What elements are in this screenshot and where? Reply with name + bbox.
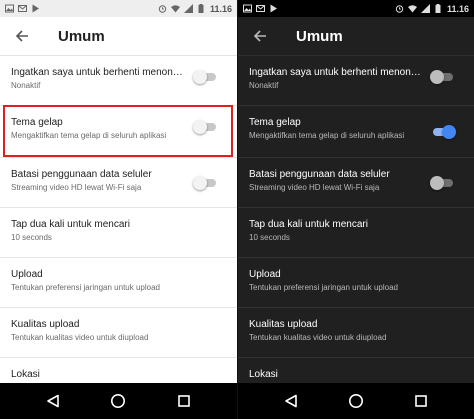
setting-subtitle: Tentukan preferensi jaringan untuk uploa…	[11, 283, 160, 292]
setting-dark-theme[interactable]: Tema gelap Mengaktifkan tema gelap di se…	[238, 106, 474, 158]
setting-title: Lokasi	[249, 369, 278, 380]
remind-break-toggle[interactable]	[193, 70, 219, 84]
setting-dark-theme[interactable]: Tema gelap Mengaktifkan tema gelap di se…	[0, 106, 237, 158]
setting-title: Upload	[249, 269, 281, 280]
navigation-bar	[0, 383, 237, 419]
wifi-icon	[407, 4, 417, 13]
app-bar: Umum	[0, 17, 237, 56]
setting-remind-break[interactable]: Ingatkan saya untuk berhenti menon… Nona…	[238, 56, 474, 106]
home-circle-icon	[348, 394, 363, 408]
setting-title: Upload	[11, 269, 43, 280]
signal-icon	[420, 4, 430, 13]
setting-subtitle: Nonaktif	[11, 81, 41, 90]
setting-subtitle: Tentukan kualitas video untuk diupload	[11, 333, 149, 342]
setting-upload[interactable]: Upload Tentukan preferensi jaringan untu…	[0, 258, 237, 308]
gallery-icon	[243, 4, 252, 13]
light-screen: 11.16 Umum Ingatkan saya untuk berhenti …	[0, 0, 237, 419]
setting-limit-mobile-data[interactable]: Batasi penggunaan data seluler Streaming…	[238, 158, 474, 208]
setting-title: Batasi penggunaan data seluler	[249, 169, 390, 180]
setting-title: Tap dua kali untuk mencari	[249, 219, 368, 230]
alarm-icon	[395, 4, 404, 13]
setting-title: Batasi penggunaan data seluler	[11, 169, 152, 180]
nav-back-button[interactable]	[279, 389, 303, 413]
play-store-icon	[269, 4, 278, 13]
status-bar: 11.16	[0, 0, 237, 17]
limit-mobile-data-toggle[interactable]	[193, 176, 219, 190]
nav-recents-button[interactable]	[172, 389, 196, 413]
nav-recents-button[interactable]	[409, 389, 433, 413]
status-time: 11.16	[209, 3, 232, 14]
setting-subtitle: 10 seconds	[249, 233, 290, 242]
back-button[interactable]	[6, 20, 38, 52]
arrow-back-icon	[15, 30, 28, 42]
setting-title: Ingatkan saya untuk berhenti menon…	[249, 67, 421, 78]
setting-title: Tema gelap	[11, 117, 63, 128]
back-button[interactable]	[244, 20, 276, 52]
setting-limit-mobile-data[interactable]: Batasi penggunaan data seluler Streaming…	[0, 158, 237, 208]
setting-subtitle: Streaming video HD lewat Wi-Fi saja	[11, 183, 142, 192]
setting-title: Lokasi	[11, 369, 40, 380]
setting-remind-break[interactable]: Ingatkan saya untuk berhenti menon… Nona…	[0, 56, 237, 106]
setting-subtitle: Tentukan kualitas video untuk diupload	[249, 333, 387, 342]
setting-title: Kualitas upload	[11, 319, 80, 330]
status-bar: 11.16	[238, 0, 474, 17]
recents-square-icon	[178, 395, 190, 407]
setting-title: Tap dua kali untuk mencari	[11, 219, 130, 230]
setting-double-tap-seek[interactable]: Tap dua kali untuk mencari 10 seconds	[238, 208, 474, 258]
back-triangle-icon	[47, 394, 59, 408]
gmail-icon	[18, 4, 27, 13]
setting-upload-quality[interactable]: Kualitas upload Tentukan kualitas video …	[238, 308, 474, 358]
setting-subtitle: 10 seconds	[11, 233, 52, 242]
arrow-back-icon	[253, 30, 266, 42]
nav-home-button[interactable]	[106, 389, 130, 413]
alarm-icon	[158, 4, 167, 13]
setting-subtitle: Tentukan preferensi jaringan untuk uploa…	[249, 283, 398, 292]
recents-square-icon	[415, 395, 428, 407]
page-title: Umum	[58, 27, 105, 45]
wifi-icon	[170, 4, 180, 13]
setting-title: Kualitas upload	[249, 319, 318, 330]
setting-subtitle: Mengaktifkan tema gelap di seluruh aplik…	[249, 131, 405, 140]
gmail-icon	[256, 4, 265, 13]
nav-home-button[interactable]	[344, 389, 368, 413]
nav-back-button[interactable]	[41, 389, 65, 413]
dark-screen: 11.16 Umum Ingatkan saya untuk berhenti …	[237, 0, 474, 419]
dark-theme-toggle[interactable]	[430, 125, 456, 139]
navigation-bar	[238, 383, 474, 419]
signal-icon	[183, 4, 193, 13]
battery-icon	[197, 4, 206, 13]
back-triangle-icon	[284, 394, 297, 408]
setting-title: Ingatkan saya untuk berhenti menon…	[11, 67, 183, 78]
remind-break-toggle[interactable]	[430, 70, 456, 84]
setting-double-tap-seek[interactable]: Tap dua kali untuk mencari 10 seconds	[0, 208, 237, 258]
setting-subtitle: Mengaktifkan tema gelap di seluruh aplik…	[11, 131, 167, 140]
app-bar: Umum	[238, 17, 474, 56]
home-circle-icon	[111, 394, 126, 408]
limit-mobile-data-toggle[interactable]	[430, 176, 456, 190]
setting-subtitle: Streaming video HD lewat Wi-Fi saja	[249, 183, 380, 192]
status-time: 11.16	[446, 3, 469, 14]
battery-icon	[434, 4, 443, 13]
gallery-icon	[5, 4, 14, 13]
page-title: Umum	[296, 27, 343, 45]
play-store-icon	[31, 4, 40, 13]
setting-subtitle: Nonaktif	[249, 81, 279, 90]
setting-upload[interactable]: Upload Tentukan preferensi jaringan untu…	[238, 258, 474, 308]
dark-theme-toggle[interactable]	[193, 120, 219, 134]
setting-upload-quality[interactable]: Kualitas upload Tentukan kualitas video …	[0, 308, 237, 358]
setting-title: Tema gelap	[249, 117, 301, 128]
